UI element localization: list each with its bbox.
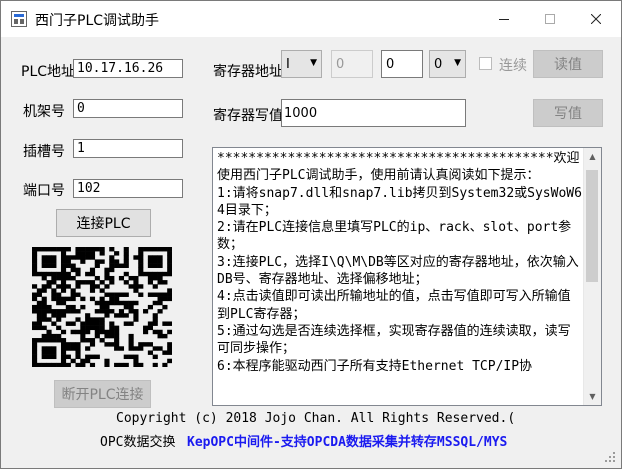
register-write-label: 寄存器写值: [213, 108, 283, 124]
kepopc-link[interactable]: KepOPC中间件-支持OPCDA数据采集并转存MSSQL/MYS: [187, 431, 507, 450]
register-address-label: 寄存器地址: [213, 64, 283, 80]
offset-input[interactable]: 0: [381, 50, 423, 78]
plc-address-label: PLC地址: [21, 64, 76, 80]
continuous-label: 连续: [499, 58, 527, 74]
app-icon: [11, 11, 27, 27]
qr-code-image: [32, 247, 172, 367]
register-area-value: I: [286, 57, 290, 72]
log-text: ****************************************…: [217, 151, 582, 374]
app-window: 西门子PLC调试助手 PLC地址 10.17.16.26 机架号 0 插槽号 1…: [0, 0, 622, 469]
write-value-input[interactable]: 1000: [281, 99, 466, 127]
port-label: 端口号: [23, 183, 65, 199]
port-input[interactable]: 102: [73, 179, 183, 198]
scroll-up-icon[interactable]: ▲: [584, 148, 601, 165]
continuous-checkbox[interactable]: [479, 57, 492, 70]
bit-select[interactable]: 0 ▼: [429, 50, 466, 78]
copyright-text: Copyright (c) 2018 Jojo Chan. All Rights…: [116, 411, 516, 426]
slot-label: 插槽号: [23, 144, 65, 160]
scroll-down-icon[interactable]: ▼: [584, 388, 601, 405]
scroll-thumb[interactable]: [586, 170, 598, 282]
maximize-button[interactable]: [527, 1, 573, 37]
resize-grip-icon[interactable]: [604, 451, 616, 463]
log-textarea[interactable]: ****************************************…: [212, 147, 602, 406]
maximize-icon: [545, 14, 555, 24]
rack-label: 机架号: [23, 104, 65, 120]
chevron-down-icon: ▼: [454, 58, 461, 68]
minimize-button[interactable]: [481, 1, 527, 37]
read-value-button[interactable]: 读值: [533, 50, 603, 78]
chevron-down-icon: ▼: [310, 58, 317, 68]
write-value-button[interactable]: 写值: [533, 99, 603, 127]
minimize-icon: [499, 19, 509, 20]
disconnect-plc-button[interactable]: 断开PLC连接: [54, 380, 151, 408]
plc-address-input[interactable]: 10.17.16.26: [73, 59, 183, 78]
footer-prefix: OPC数据交换: [100, 435, 176, 450]
window-title: 西门子PLC调试助手: [35, 13, 160, 29]
db-number-input[interactable]: 0: [331, 50, 373, 78]
slot-input[interactable]: 1: [73, 139, 183, 158]
close-icon: [591, 14, 601, 24]
bit-select-value: 0: [434, 57, 443, 72]
close-button[interactable]: [573, 1, 619, 37]
connect-plc-button[interactable]: 连接PLC: [56, 209, 151, 237]
log-scrollbar[interactable]: ▲ ▼: [583, 148, 601, 405]
register-area-select[interactable]: I ▼: [281, 50, 322, 78]
rack-input[interactable]: 0: [73, 99, 183, 118]
title-bar: 西门子PLC调试助手: [1, 1, 621, 37]
